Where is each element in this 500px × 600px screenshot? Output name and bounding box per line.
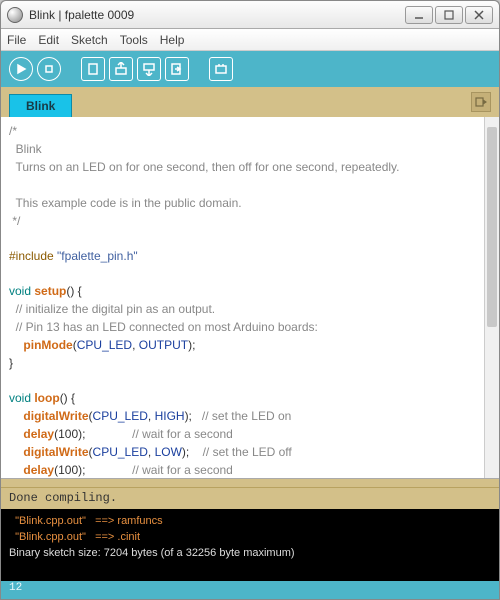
menu-sketch[interactable]: Sketch: [71, 33, 108, 47]
verify-button[interactable]: [9, 57, 33, 81]
scrollbar-thumb[interactable]: [487, 127, 497, 327]
app-window: Blink | fpalette 0009 File Edit Sketch T…: [0, 0, 500, 600]
app-icon: [7, 7, 23, 23]
window-title: Blink | fpalette 0009: [29, 8, 405, 22]
footer-line-indicator: 12: [1, 581, 499, 599]
menubar: File Edit Sketch Tools Help: [1, 29, 499, 51]
toolbar: [1, 51, 499, 87]
new-button[interactable]: [81, 57, 105, 81]
minimize-button[interactable]: [405, 6, 433, 24]
stop-button[interactable]: [37, 57, 61, 81]
open-button[interactable]: [109, 57, 133, 81]
close-button[interactable]: [465, 6, 493, 24]
status-message: Done compiling.: [1, 487, 499, 509]
pane-divider[interactable]: [1, 479, 499, 487]
serial-monitor-button[interactable]: [209, 57, 233, 81]
menu-edit[interactable]: Edit: [38, 33, 59, 47]
tab-menu-button[interactable]: [471, 92, 491, 112]
upload-button[interactable]: [165, 57, 189, 81]
tabbar: Blink: [1, 87, 499, 117]
editor-scrollbar[interactable]: [484, 117, 499, 478]
code-editor[interactable]: /* Blink Turns on an LED on for one seco…: [1, 117, 499, 479]
menu-tools[interactable]: Tools: [120, 33, 148, 47]
save-button[interactable]: [137, 57, 161, 81]
menu-file[interactable]: File: [7, 33, 26, 47]
console-output[interactable]: "Blink.cpp.out" ==> ramfuncs "Blink.cpp.…: [1, 509, 499, 581]
menu-help[interactable]: Help: [160, 33, 185, 47]
titlebar[interactable]: Blink | fpalette 0009: [1, 1, 499, 29]
tab-blink[interactable]: Blink: [9, 94, 72, 117]
maximize-button[interactable]: [435, 6, 463, 24]
